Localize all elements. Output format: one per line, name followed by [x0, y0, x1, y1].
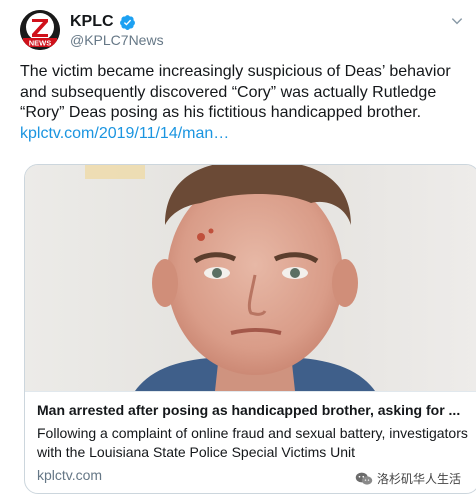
name-row: KPLC [70, 12, 136, 32]
verified-badge-icon [119, 14, 135, 30]
tweet-header: NEWS KPLC @KPLC7News [20, 10, 463, 52]
card-title: Man arrested after posing as handicapped… [37, 402, 461, 418]
account-handle[interactable]: @KPLC7News [70, 32, 164, 48]
svg-text:NEWS: NEWS [29, 39, 52, 48]
link-preview-card[interactable]: Man arrested after posing as handicapped… [24, 164, 476, 494]
tweet-text: The victim became increasingly suspiciou… [20, 62, 466, 144]
card-description: Following a complaint of online fraud an… [37, 425, 468, 460]
watermark: 洛杉矶华人生活 [351, 469, 464, 488]
mugshot-photo [25, 165, 476, 391]
card-photo [25, 165, 476, 391]
kplc-logo-icon: NEWS [20, 10, 60, 50]
account-avatar[interactable]: NEWS [20, 10, 60, 50]
tweet-link[interactable]: kplctv.com/2019/11/14/man… [20, 125, 229, 142]
tweet-text-content: The victim became increasingly suspiciou… [20, 63, 451, 121]
display-name[interactable]: KPLC [70, 13, 114, 31]
watermark-text: 洛杉矶华人生活 [376, 472, 461, 486]
wechat-icon [355, 472, 373, 485]
chevron-down-icon[interactable] [450, 14, 464, 28]
